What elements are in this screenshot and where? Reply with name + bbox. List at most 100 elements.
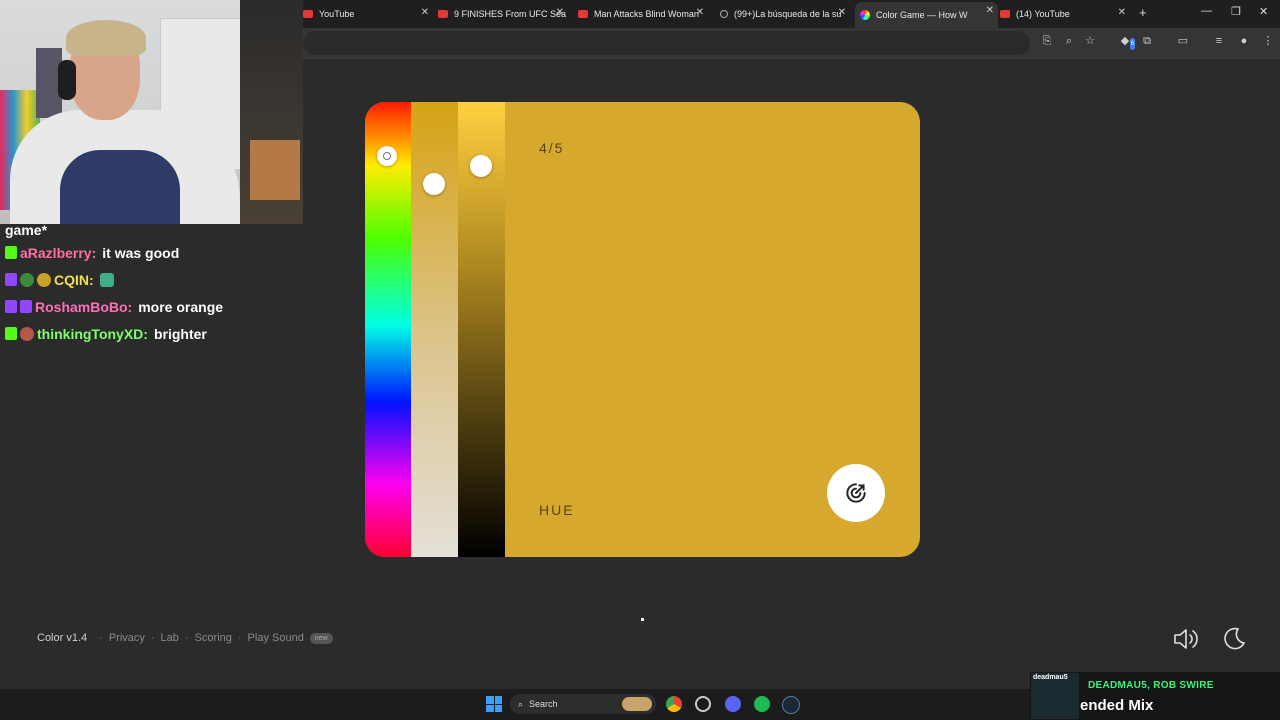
obs-icon[interactable] [695,696,711,712]
close-icon[interactable]: ✕ [421,7,429,18]
lightness-slider-handle[interactable] [470,155,492,177]
footer-separator: · [184,632,189,644]
extension-badge-icon[interactable]: ◆ [1119,35,1135,50]
mouse-cursor [641,618,644,621]
footer-separator: · [150,632,155,644]
hue-slider-handle[interactable] [377,146,397,166]
kick-badge-icon [5,246,17,259]
emote-badge-icon [20,272,34,287]
minimize-icon[interactable]: — [1201,5,1212,17]
color-wheel-icon [860,10,870,20]
handle-ring-icon [383,152,391,160]
album-art-label: deadmau5 [1033,674,1068,681]
site-footer: Color v1.4 · Privacy · Lab · Scoring · P… [37,632,333,644]
windows-start-icon[interactable] [486,696,502,712]
footer-separator: · [99,632,103,644]
tab-title: YouTube [319,9,355,19]
media-controls-icon[interactable]: ≡ [1213,35,1225,47]
youtube-icon [303,10,313,18]
search-highlight-icon [622,697,652,711]
chat-text: brighter [153,325,207,342]
profile-avatar-icon[interactable]: ● [1238,35,1250,47]
close-icon[interactable]: ✕ [986,5,994,16]
stream-chat: game* aRazlberry: it was good CQIN: Rosh… [5,221,300,347]
emote-icon [99,272,114,287]
install-app-icon[interactable]: ⎘ [1041,35,1053,47]
search-icon: ⌕ [518,698,524,709]
footer-separator: · [237,632,242,644]
new-badge: new [309,632,333,644]
saturation-slider[interactable] [411,102,458,557]
taskbar-search-label: Search [529,699,558,709]
spotify-icon[interactable] [754,696,770,712]
chat-message: RoshamBoBo: more orange [5,293,300,320]
close-icon[interactable]: ✕ [1118,7,1126,18]
new-tab-button[interactable]: + [1139,5,1147,20]
chat-text: more orange [138,298,224,315]
tab-color-game[interactable]: Color Game — How W ✕ [855,2,998,28]
tiktok-icon [720,10,728,18]
tab-title: Color Game — How W [876,10,968,20]
tab-man-attacks[interactable]: Man Attacks Blind Woman ✕ [578,4,708,24]
target-arrow-icon [846,483,866,503]
chat-message: thinkingTonyXD: brighter [5,320,300,347]
footer-link-play-sound[interactable]: Play Sound [248,632,304,644]
twitch-badge-icon [5,300,17,313]
round-progress: 4/5 [539,140,565,156]
tab-title: (14) YouTube [1016,9,1070,19]
dark-mode-moon-icon[interactable] [1221,626,1247,652]
tab-title: 9 FINISHES From UFC Sea [454,9,567,19]
toolbar-divider [303,58,1280,59]
restore-icon[interactable]: ❐ [1231,5,1241,18]
footer-link-privacy[interactable]: Privacy [109,632,145,644]
tab-title: Man Attacks Blind Woman [594,9,699,19]
footer-link-lab[interactable]: Lab [161,632,179,644]
chrome-icon[interactable] [666,696,682,712]
saturation-slider-handle[interactable] [423,173,445,195]
address-bar[interactable] [303,31,1030,55]
streamer-hair [66,20,146,56]
shirt-graphic [60,150,180,224]
chat-partial-line: game* [5,222,48,238]
close-window-icon[interactable]: ✕ [1259,5,1268,18]
tab-title: (99+)La búsqueda de la su [734,9,842,19]
sidebar-icon[interactable]: ▭ [1177,35,1189,47]
steam-icon[interactable] [782,696,800,714]
headset-icon [58,60,76,100]
chat-message: CQIN: [5,266,300,293]
chat-message: aRazlberry: it was good [5,239,300,266]
twitch-badge-icon [5,273,17,286]
background-box [250,140,300,200]
tab-youtube-14[interactable]: (14) YouTube ✕ [1000,4,1130,24]
chat-username: CQIN: [54,271,94,288]
zoom-icon[interactable]: ⌕ [1063,35,1075,47]
extensions-puzzle-icon[interactable]: ⧉ [1141,35,1153,47]
bookmark-star-icon[interactable]: ☆ [1084,35,1096,47]
tab-ufc[interactable]: 9 FINISHES From UFC Sea ✕ [438,4,568,24]
chat-text: it was good [102,244,180,261]
youtube-icon [578,10,588,18]
footer-link-scoring[interactable]: Scoring [195,632,232,644]
taskbar-search-input[interactable]: ⌕ Search [510,694,656,714]
youtube-icon [438,10,448,18]
now-playing-artist: DEADMAU5, ROB SWIRE [1088,680,1214,691]
menu-kebab-icon[interactable]: ⋮ [1262,35,1274,47]
submit-guess-button[interactable] [827,464,885,522]
emote-badge-icon [37,272,51,287]
video-badge-icon [20,300,32,313]
sound-icon[interactable] [1172,626,1200,652]
close-icon[interactable]: ✕ [838,7,846,18]
emote-badge-icon [20,326,34,341]
now-playing-track: ended Mix [1080,697,1154,714]
chat-username: thinkingTonyXD: [37,325,148,342]
close-icon[interactable]: ✕ [556,7,564,18]
tab-youtube[interactable]: YouTube ✕ [303,4,433,24]
chat-username: RoshamBoBo: [35,298,133,315]
slider-mode-label: HUE [539,502,575,518]
hue-slider[interactable] [365,102,411,557]
youtube-icon [1000,10,1010,18]
discord-icon[interactable] [725,696,741,712]
webcam-overlay [0,0,303,224]
close-icon[interactable]: ✕ [696,7,704,18]
tab-tiktok[interactable]: (99+)La búsqueda de la su ✕ [720,4,850,24]
